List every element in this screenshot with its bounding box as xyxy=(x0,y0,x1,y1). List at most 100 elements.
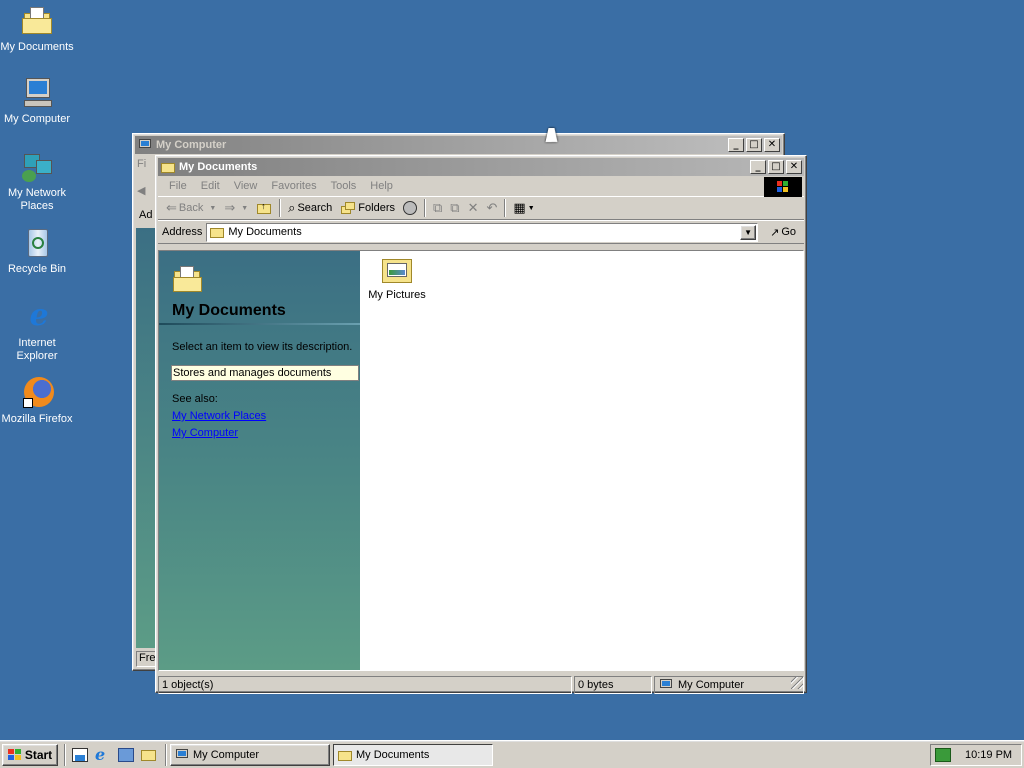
menu-edit[interactable]: Edit xyxy=(194,180,227,192)
webview-sidebar: My Documents Select an item to view its … xyxy=(159,251,360,670)
up-folder-icon: ↑ xyxy=(256,200,272,216)
windows-logo-icon xyxy=(764,177,802,197)
move-to-button[interactable]: ⧉ xyxy=(429,198,446,218)
sidebar-divider xyxy=(159,323,360,325)
maximize-button[interactable]: □ xyxy=(746,138,762,152)
chevron-down-icon: ▼ xyxy=(209,204,217,212)
folder-documents-icon xyxy=(20,4,54,38)
my-documents-titlebar[interactable]: My Documents _ □ ✕ xyxy=(158,158,804,176)
internet-explorer-icon[interactable]: e xyxy=(95,746,111,763)
file-name: My Pictures xyxy=(368,289,426,301)
resize-grip-icon[interactable] xyxy=(791,677,803,689)
menu-favorites[interactable]: Favorites xyxy=(264,180,323,192)
folder-icon xyxy=(337,748,353,762)
delete-button[interactable]: ✕ xyxy=(464,198,483,218)
sidebar-prompt: Select an item to view its description. xyxy=(172,341,353,353)
folder-icon xyxy=(209,225,225,239)
folder-icon xyxy=(172,265,204,295)
copy-to-icon: ⧉ xyxy=(450,200,460,215)
sidebar-peek xyxy=(136,228,156,648)
search-icon: ⌕ xyxy=(288,200,296,215)
window-title: My Computer xyxy=(156,139,227,151)
undo-icon: ↶ xyxy=(486,200,498,215)
my-computer-titlebar[interactable]: My Computer _ □ ✕ xyxy=(135,136,782,154)
back-button[interactable]: ⇐ Back ▼ xyxy=(162,198,220,218)
desktop-icon-label: My Documents xyxy=(0,41,74,53)
desktop-icon-internet-explorer[interactable]: e Internet Explorer xyxy=(0,300,74,363)
chevron-down-icon: ▼ xyxy=(241,204,249,212)
desktop-icon-my-network-places[interactable]: My Network Places xyxy=(0,150,74,213)
file-item[interactable]: My Pictures xyxy=(362,255,432,301)
computer-icon xyxy=(658,678,674,692)
history-button[interactable] xyxy=(399,198,421,218)
clock[interactable]: 10:19 PM xyxy=(965,749,1012,761)
views-icon: ▦ xyxy=(513,200,526,215)
menu-file[interactable]: File xyxy=(162,180,194,192)
copy-to-button[interactable]: ⧉ xyxy=(446,198,463,218)
address-value: My Documents xyxy=(228,226,302,238)
back-arrow-icon: ◀ xyxy=(137,185,146,197)
go-button[interactable]: ↗ Go xyxy=(766,222,800,242)
views-button[interactable]: ▦ ▼ xyxy=(509,198,538,218)
minimize-button[interactable]: _ xyxy=(728,138,744,152)
taskbar-button-my-documents[interactable]: My Documents xyxy=(333,743,493,766)
quick-launch: e xyxy=(72,746,157,763)
undo-button[interactable]: ↶ xyxy=(482,198,501,218)
toolbar-separator xyxy=(423,199,426,217)
taskbar-separator xyxy=(64,743,66,766)
sidebar-description: Stores and manages documents xyxy=(171,365,359,381)
minimize-button[interactable]: _ xyxy=(750,160,766,174)
go-arrow-icon: ↗ xyxy=(770,226,780,239)
status-objects: 1 object(s) xyxy=(158,676,572,694)
menu-tools[interactable]: Tools xyxy=(324,180,364,192)
address-dropdown-button[interactable]: ▼ xyxy=(740,224,757,240)
start-button[interactable]: Start xyxy=(2,743,58,766)
close-button[interactable]: ✕ xyxy=(786,160,802,174)
status-zone: My Computer xyxy=(654,676,804,694)
folder-icon xyxy=(160,160,176,174)
forward-arrow-icon: ⇒ xyxy=(224,200,236,215)
taskbar: Start e My Computer My Documents 10:19 P… xyxy=(0,740,1024,768)
windows-explorer-icon[interactable] xyxy=(141,748,157,762)
system-tray: 10:19 PM xyxy=(930,744,1022,766)
network-connection-icon[interactable] xyxy=(935,748,951,762)
maximize-button[interactable]: □ xyxy=(768,160,784,174)
desktop-icon-label: My Network Places xyxy=(7,187,67,212)
menu-help[interactable]: Help xyxy=(363,180,400,192)
toolbar-separator xyxy=(504,199,507,217)
taskbar-button-my-computer[interactable]: My Computer xyxy=(170,743,330,766)
close-button[interactable]: ✕ xyxy=(764,138,780,152)
status-bar: 1 object(s) 0 bytes My Computer xyxy=(158,676,804,694)
address-input[interactable]: My Documents ▼ xyxy=(206,222,759,242)
content-area: My Documents Select an item to view its … xyxy=(158,250,804,671)
my-documents-window[interactable]: My Documents _ □ ✕ File Edit View Favori… xyxy=(155,155,807,694)
sidebar-link-my-computer[interactable]: My Computer xyxy=(172,427,238,439)
file-list: My Pictures xyxy=(360,251,803,670)
desktop-icon-my-documents[interactable]: My Documents xyxy=(0,4,74,54)
folders-button[interactable]: Folders xyxy=(336,198,399,218)
desktop-icon-mozilla-firefox[interactable]: ↗ Mozilla Firefox xyxy=(0,376,74,426)
firefox-icon: ↗ xyxy=(20,376,54,410)
desktop-icon-recycle-bin[interactable]: Recycle Bin xyxy=(0,226,74,276)
up-folder-button[interactable]: ↑ xyxy=(252,198,276,218)
status-peek: Fre xyxy=(136,651,156,667)
windows-logo-icon xyxy=(7,748,22,761)
desktop-icon-label: My Computer xyxy=(3,113,71,125)
taskbar-separator xyxy=(165,743,167,766)
status-size: 0 bytes xyxy=(574,676,652,694)
sidebar-link-my-network-places[interactable]: My Network Places xyxy=(172,410,266,422)
search-button[interactable]: ⌕ Search xyxy=(284,198,336,218)
menu-view[interactable]: View xyxy=(227,180,265,192)
computer-icon xyxy=(20,76,54,110)
forward-button[interactable]: ⇒ ▼ xyxy=(220,198,252,218)
desktop-icon-label: Internet Explorer xyxy=(16,337,58,362)
move-to-icon: ⧉ xyxy=(432,200,443,215)
internet-explorer-icon: e xyxy=(29,298,49,333)
recycle-bin-icon xyxy=(20,226,54,260)
outlook-express-icon[interactable] xyxy=(118,747,134,762)
network-places-icon xyxy=(20,150,54,184)
show-desktop-icon[interactable] xyxy=(72,747,88,762)
sidebar-see-also: See also: xyxy=(172,393,218,405)
standard-toolbar: ⇐ Back ▼ ⇒ ▼ ↑ ⌕ Search Folders ⧉ ⧉ ✕ ↶ … xyxy=(158,196,804,220)
desktop-icon-my-computer[interactable]: My Computer xyxy=(0,76,74,126)
